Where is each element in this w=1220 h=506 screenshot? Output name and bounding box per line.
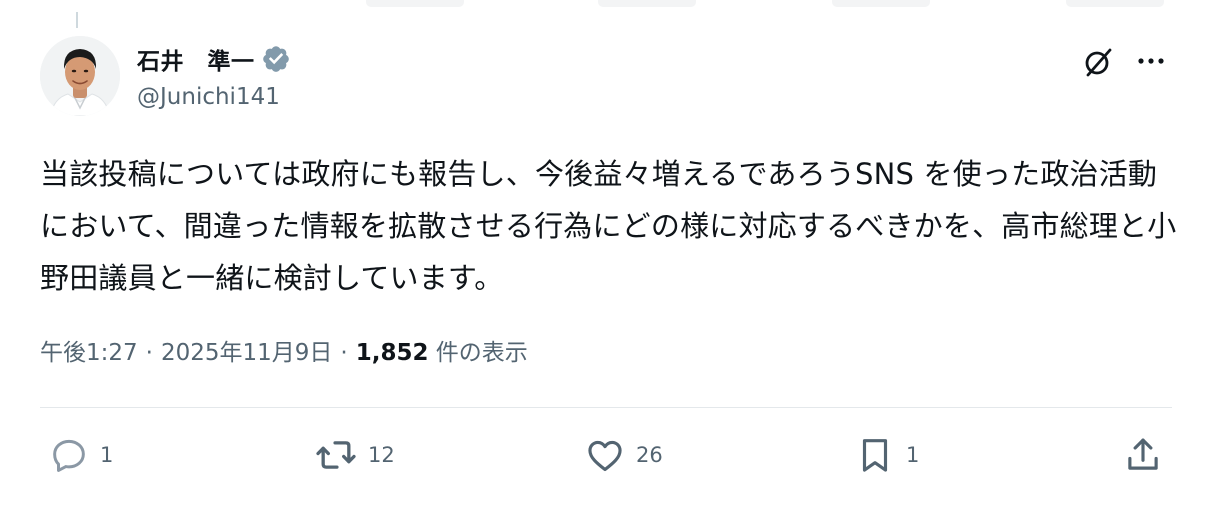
repost-icon	[316, 441, 356, 469]
reply-button[interactable]: 1	[48, 432, 113, 478]
bookmark-count: 1	[906, 443, 920, 467]
divider	[40, 407, 1172, 408]
post-date[interactable]: 2025年11月9日	[161, 340, 332, 366]
grok-icon[interactable]	[1080, 44, 1116, 80]
avatar-image	[40, 36, 120, 116]
post-meta: 午後1:27 · 2025年11月9日 · 1,852 件の表示	[40, 333, 528, 367]
verified-badge-icon[interactable]	[261, 44, 291, 74]
like-icon	[588, 440, 622, 472]
post-card: 石井 準一 @Junichi141 当該投稿については政府にも報告し、今後益々増…	[0, 0, 1220, 506]
reply-icon	[53, 439, 85, 472]
thread-connector-line	[76, 12, 78, 28]
avatar[interactable]	[40, 36, 120, 116]
meta-separator: ·	[340, 340, 348, 366]
post-time[interactable]: 午後1:27	[40, 340, 138, 366]
views-count: 1,852	[355, 340, 429, 366]
more-options-icon[interactable]	[1133, 46, 1169, 76]
author-display-name[interactable]: 石井 準一	[137, 42, 255, 76]
meta-separator: ·	[145, 340, 153, 366]
share-button[interactable]	[1122, 432, 1164, 478]
top-edge-fragment	[366, 0, 464, 7]
top-edge-fragment	[598, 0, 696, 7]
repost-count: 12	[368, 443, 395, 467]
like-button[interactable]: 26	[584, 432, 663, 478]
share-icon	[1128, 438, 1158, 470]
author-handle[interactable]: @Junichi141	[137, 84, 280, 110]
author-name-row: 石井 準一	[137, 40, 291, 78]
post-text: 当該投稿については政府にも報告し、今後益々増えるであろうSNS を使った政治活動…	[40, 157, 1177, 295]
top-edge-fragment	[832, 0, 930, 7]
reply-count: 1	[100, 443, 114, 467]
bookmark-icon	[862, 439, 888, 472]
top-edge-fragment	[1066, 0, 1164, 7]
views-label: 件の表示	[435, 340, 528, 366]
bookmark-button[interactable]: 1	[854, 432, 919, 478]
repost-button[interactable]: 12	[314, 432, 395, 478]
like-count: 26	[636, 443, 663, 467]
